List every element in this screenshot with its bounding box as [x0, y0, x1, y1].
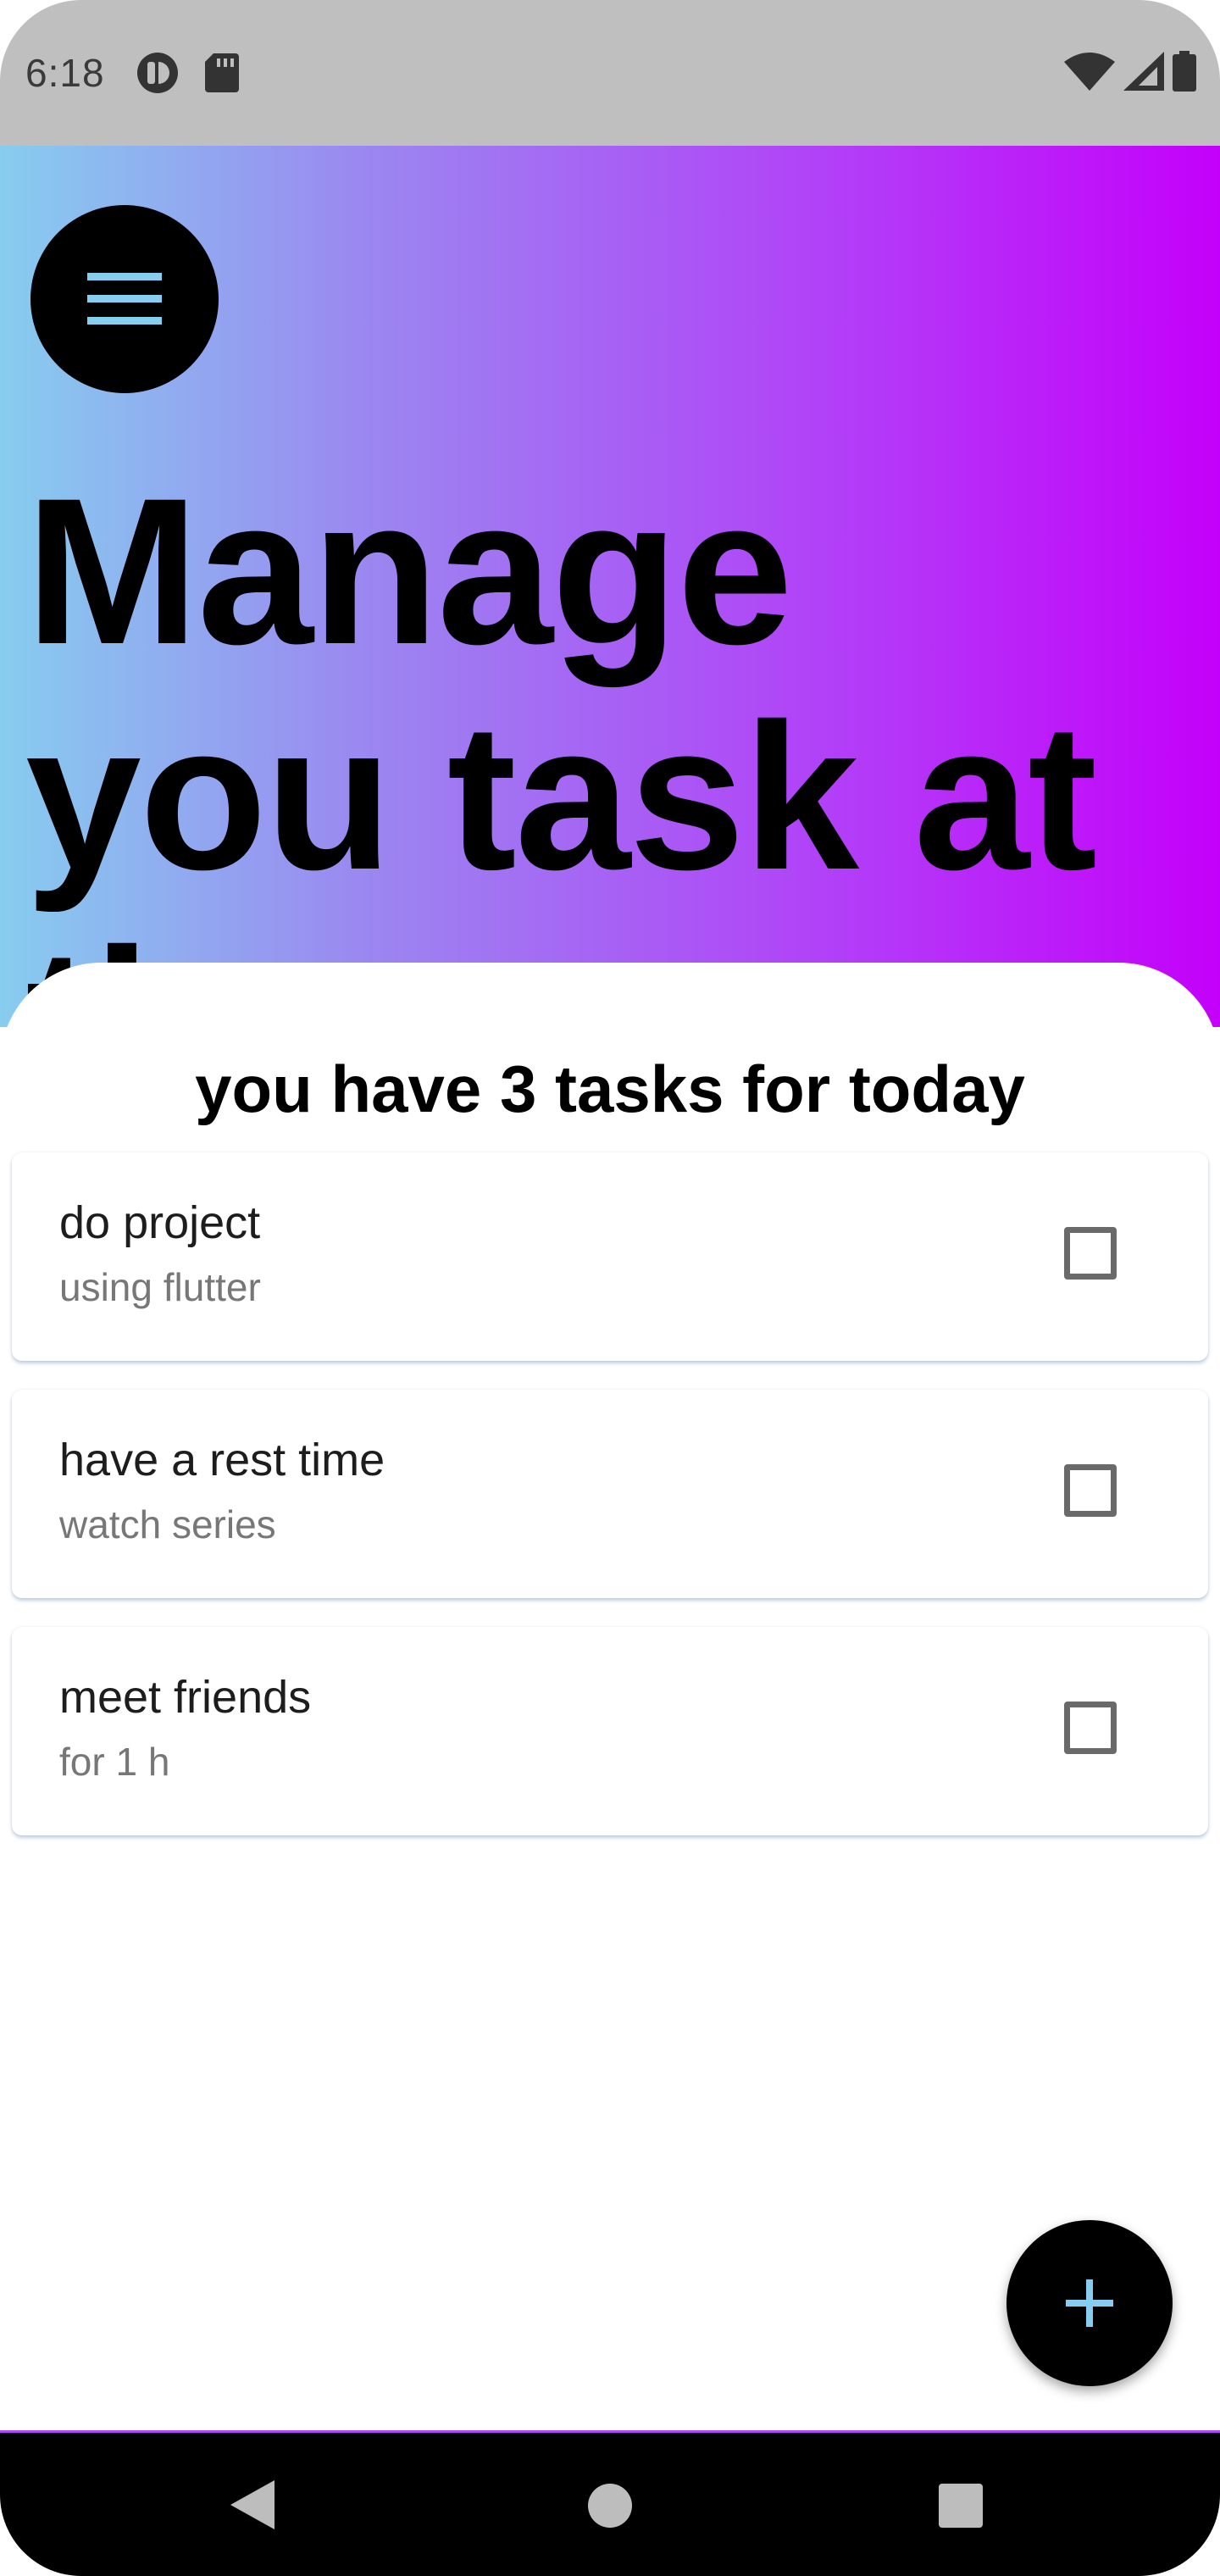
task-subtitle: watch series: [59, 1502, 276, 1546]
task-sheet: you have 3 tasks for today do project us…: [0, 963, 1220, 2430]
wifi-icon: [1064, 53, 1115, 91]
add-task-button[interactable]: [1006, 2220, 1173, 2386]
task-card[interactable]: do project using flutter: [12, 1152, 1208, 1361]
hamburger-menu-icon: [87, 273, 162, 325]
task-title: have a rest time: [59, 1435, 385, 1485]
task-count-heading: you have 3 tasks for today: [195, 1052, 1025, 1126]
task-checkbox[interactable]: [1064, 1464, 1117, 1517]
task-checkbox[interactable]: [1064, 1702, 1117, 1754]
status-bar: 6:18: [0, 0, 1220, 146]
task-list: do project using flutter have a rest tim…: [12, 1152, 1208, 1864]
phone-screen: 6:18 Manage you task at you have 3 tasks…: [0, 0, 1220, 2576]
battery-icon: [1173, 51, 1196, 92]
signal-icon: [1123, 52, 1164, 91]
back-icon[interactable]: [230, 2480, 274, 2529]
status-left-icons: [136, 51, 239, 95]
task-card[interactable]: have a rest time watch series: [12, 1390, 1208, 1598]
menu-button[interactable]: [30, 205, 219, 393]
privacy-dot-icon: [136, 53, 178, 93]
status-right-icons: [1064, 51, 1196, 92]
header: Manage you task at time: [0, 146, 1220, 1135]
task-subtitle: using flutter: [59, 1265, 261, 1309]
task-checkbox[interactable]: [1064, 1227, 1117, 1280]
task-subtitle: for 1 h: [59, 1740, 170, 1784]
plus-icon: [1066, 2279, 1113, 2327]
task-card[interactable]: meet friends for 1 h: [12, 1627, 1208, 1835]
home-icon[interactable]: [588, 2484, 632, 2528]
task-title: meet friends: [59, 1672, 312, 1723]
recents-icon[interactable]: [939, 2484, 983, 2528]
navigation-bar: [0, 2430, 1220, 2576]
sd-card-icon: [204, 53, 239, 92]
status-time: 6:18: [25, 51, 105, 95]
task-title: do project: [59, 1197, 261, 1248]
